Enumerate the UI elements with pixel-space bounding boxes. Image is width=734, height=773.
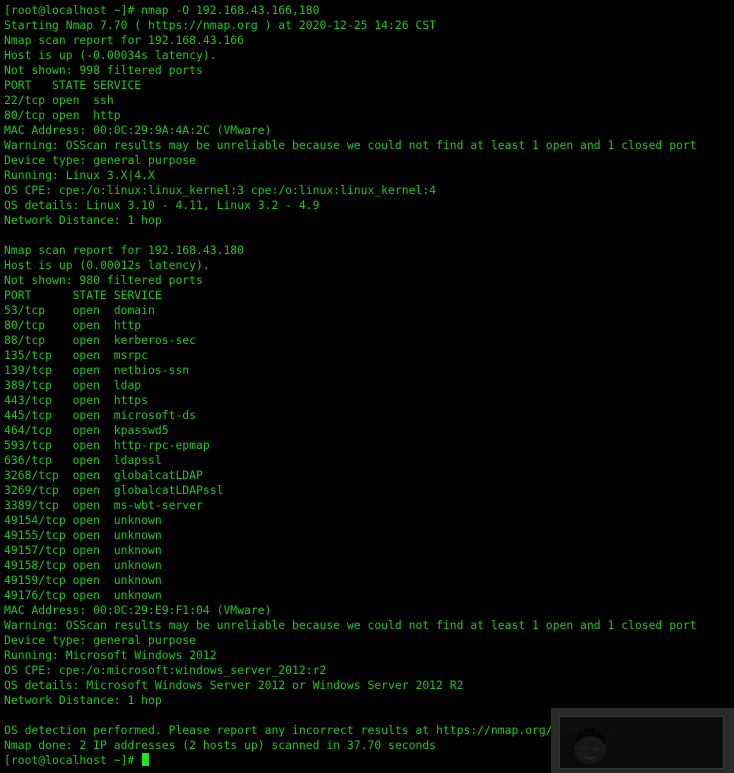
terminal-line: 3268/tcp open globalcatLDAP bbox=[4, 468, 203, 482]
terminal-line: 49176/tcp open unknown bbox=[4, 588, 162, 602]
terminal-line: 49154/tcp open unknown bbox=[4, 513, 162, 527]
terminal-line: 389/tcp open ldap bbox=[4, 378, 142, 392]
terminal-window[interactable]: [root@localhost ~]# nmap -O 192.168.43.1… bbox=[0, 0, 734, 773]
terminal-line: Not shown: 980 filtered ports bbox=[4, 273, 203, 287]
terminal-line: Device type: general purpose bbox=[4, 153, 197, 167]
terminal-line: Warning: OSScan results may be unreliabl… bbox=[4, 618, 697, 632]
terminal-line: Starting Nmap 7.70 ( https://nmap.org ) … bbox=[4, 18, 437, 32]
thumbnail-frame bbox=[559, 716, 724, 769]
terminal-line: 445/tcp open microsoft-ds bbox=[4, 408, 197, 422]
terminal-line: 139/tcp open netbios-ssn bbox=[4, 363, 190, 377]
terminal-line: [root@localhost ~]# nmap -O 192.168.43.1… bbox=[4, 3, 320, 17]
text-cursor bbox=[142, 753, 150, 766]
terminal-line: OS details: Linux 3.10 - 4.11, Linux 3.2… bbox=[4, 198, 320, 212]
terminal-line: 593/tcp open http-rpc-epmap bbox=[4, 438, 210, 452]
terminal-line: 49155/tcp open unknown bbox=[4, 528, 162, 542]
terminal-line: Running: Linux 3.X|4.X bbox=[4, 168, 155, 182]
terminal-line: OS CPE: cpe:/o:microsoft:windows_server_… bbox=[4, 663, 327, 677]
terminal-line: PORT STATE SERVICE bbox=[4, 78, 142, 92]
terminal-line: Nmap scan report for 192.168.43.166 bbox=[4, 33, 245, 47]
terminal-line: OS CPE: cpe:/o:linux:linux_kernel:3 cpe:… bbox=[4, 183, 437, 197]
terminal-line: 49159/tcp open unknown bbox=[4, 573, 162, 587]
terminal-line: 135/tcp open msrpc bbox=[4, 348, 149, 362]
terminal-line: 88/tcp open kerberos-sec bbox=[4, 333, 197, 347]
terminal-line: 80/tcp open http bbox=[4, 318, 142, 332]
terminal-line: Network Distance: 1 hop bbox=[4, 693, 162, 707]
terminal-line: OS details: Microsoft Windows Server 201… bbox=[4, 678, 464, 692]
terminal-line: Host is up (-0.00034s latency). bbox=[4, 48, 217, 62]
terminal-line: 443/tcp open https bbox=[4, 393, 149, 407]
terminal-line: Nmap scan report for 192.168.43.180 bbox=[4, 243, 245, 257]
terminal-line: 22/tcp open ssh bbox=[4, 93, 114, 107]
terminal-line: Running: Microsoft Windows 2012 bbox=[4, 648, 217, 662]
terminal-line: MAC Address: 00:0C:29:9A:4A:2C (VMware) bbox=[4, 123, 272, 137]
terminal-output: [root@localhost ~]# nmap -O 192.168.43.1… bbox=[4, 3, 697, 768]
terminal-line: 49158/tcp open unknown bbox=[4, 558, 162, 572]
shell-prompt: [root@localhost ~]# bbox=[4, 753, 142, 767]
terminal-line: 49157/tcp open unknown bbox=[4, 543, 162, 557]
terminal-line: Not shown: 998 filtered ports bbox=[4, 63, 203, 77]
terminal-line: MAC Address: 00:0C:29:E9:F1:04 (VMware) bbox=[4, 603, 272, 617]
terminal-line: 3389/tcp open ms-wbt-server bbox=[4, 498, 203, 512]
terminal-line: 53/tcp open domain bbox=[4, 303, 155, 317]
terminal-line: 80/tcp open http bbox=[4, 108, 121, 122]
avatar-icon bbox=[574, 728, 606, 764]
webcam-overlay-thumbnail[interactable] bbox=[551, 708, 734, 773]
terminal-line: PORT STATE SERVICE bbox=[4, 288, 162, 302]
terminal-line: Network Distance: 1 hop bbox=[4, 213, 162, 227]
terminal-line: Warning: OSScan results may be unreliabl… bbox=[4, 138, 697, 152]
terminal-line: Host is up (0.00012s latency). bbox=[4, 258, 210, 272]
terminal-line: 636/tcp open ldapssl bbox=[4, 453, 162, 467]
terminal-line: Device type: general purpose bbox=[4, 633, 197, 647]
terminal-line: 3269/tcp open globalcatLDAPssl bbox=[4, 483, 224, 497]
terminal-line: 464/tcp open kpasswd5 bbox=[4, 423, 169, 437]
